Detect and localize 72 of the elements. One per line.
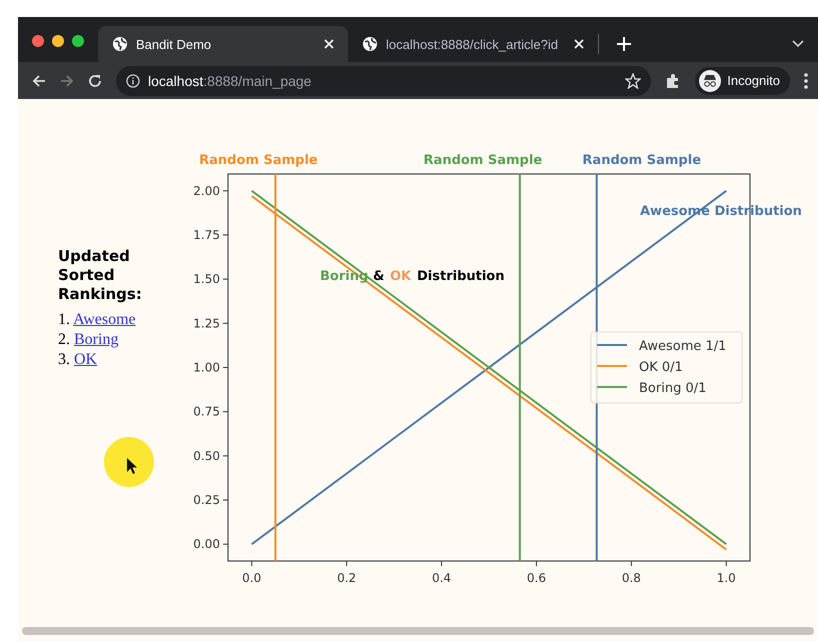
x-tick: 1.0: [716, 560, 736, 585]
legend-entry: OK 0/1: [597, 360, 683, 375]
chevron-down-icon[interactable]: [792, 40, 804, 48]
minimize-window-button[interactable]: [52, 35, 64, 47]
back-icon[interactable]: [32, 74, 46, 88]
cursor-highlight: [104, 437, 154, 487]
cursor-icon: [126, 457, 138, 475]
y-tick: 1.75: [193, 228, 228, 242]
y-tick-label: 1.00: [193, 360, 220, 374]
rank-number: 1.: [58, 311, 70, 328]
legend-entry: Boring 0/1: [597, 381, 706, 396]
legend-label: Awesome 1/1: [639, 339, 726, 354]
x-tick-label: 0.8: [622, 571, 641, 585]
ranking-link[interactable]: OK: [74, 351, 98, 368]
x-tick-label: 0.0: [242, 571, 262, 585]
y-tick-label: 1.25: [193, 316, 220, 330]
x-tick: 0.8: [622, 560, 641, 585]
star-icon[interactable]: [625, 72, 642, 88]
close-window-button[interactable]: [32, 35, 44, 47]
sample-label: Random Sample: [582, 153, 702, 168]
x-tick: 0.6: [526, 560, 546, 585]
legend-label: OK 0/1: [639, 360, 683, 375]
ranking-link[interactable]: Awesome: [73, 311, 136, 328]
rank-number: 2.: [58, 331, 70, 348]
profile-button[interactable]: Incognito: [695, 66, 790, 94]
y-tick: 0.75: [193, 404, 228, 419]
browser-tab[interactable]: localhost:8888/click_article?id: [348, 26, 598, 62]
y-tick-label: 2.00: [193, 184, 220, 198]
annotation-label: Distribution: [417, 269, 504, 284]
y-tick: 0.25: [193, 493, 228, 508]
y-tick-label: 0.00: [193, 537, 220, 552]
sample-label: Random Sample: [424, 153, 542, 168]
address-bar[interactable]: localhost:8888/main_page: [116, 66, 652, 96]
incognito-icon: [699, 70, 722, 92]
ranking-link[interactable]: Boring: [74, 331, 118, 348]
new-tab-icon[interactable]: [617, 37, 631, 51]
y-tick: 1.00: [193, 360, 228, 374]
annotation-label: OK: [390, 269, 412, 284]
y-tick: 0.00: [193, 537, 228, 552]
y-tick-label: 1.50: [193, 272, 220, 286]
zoom-window-button[interactable]: [72, 35, 84, 47]
horizontal-scrollbar[interactable]: [22, 627, 814, 635]
close-icon[interactable]: [574, 39, 584, 49]
x-tick: 0.4: [432, 560, 452, 585]
y-tick: 0.50: [193, 448, 228, 463]
sample-label: Random Sample: [199, 153, 318, 168]
legend-label: Boring 0/1: [639, 381, 706, 396]
x-tick-label: 0.6: [526, 571, 546, 585]
y-tick-label: 0.50: [193, 448, 220, 463]
forward-icon[interactable]: [60, 74, 74, 88]
y-tick: 1.25: [193, 316, 228, 330]
y-tick: 1.50: [193, 272, 228, 286]
x-tick-label: 1.0: [716, 571, 736, 585]
x-tick-label: 0.2: [337, 571, 356, 585]
browser-tab[interactable]: Bandit Demo: [98, 26, 348, 62]
x-tick: 0.0: [242, 560, 262, 585]
reload-icon[interactable]: [88, 74, 102, 88]
legend-entry: Awesome 1/1: [597, 339, 726, 354]
y-tick-label: 1.75: [193, 228, 220, 242]
x-tick-label: 0.4: [432, 571, 452, 585]
globe-icon: [362, 36, 378, 52]
globe-icon: [112, 36, 128, 52]
x-tick: 0.2: [337, 560, 356, 585]
menu-icon[interactable]: [804, 72, 808, 88]
rank-number: 3.: [58, 351, 70, 368]
close-icon[interactable]: [324, 39, 334, 49]
y-tick: 2.00: [193, 184, 228, 198]
y-tick-label: 0.25: [193, 493, 220, 508]
info-icon: [126, 74, 140, 88]
annotation-label: &: [373, 269, 384, 284]
rankings-heading: Updated Sorted Rankings:: [58, 247, 143, 304]
y-tick-label: 0.75: [193, 404, 220, 419]
